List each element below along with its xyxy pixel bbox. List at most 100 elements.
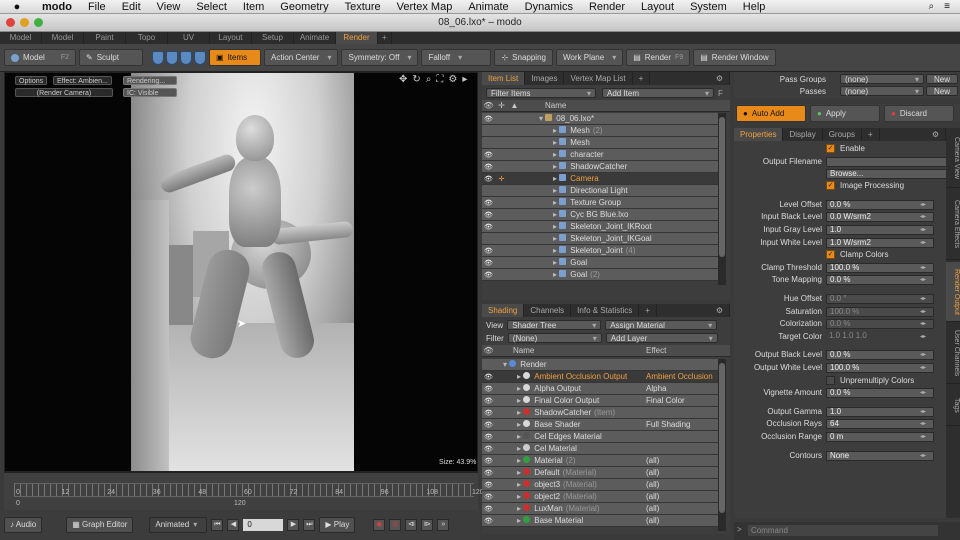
side-tab-render-output[interactable]: Render Output xyxy=(946,262,960,322)
shader-row[interactable]: 👁 ▸ Final Color Output Final Color xyxy=(482,395,718,407)
minimize-window-icon[interactable] xyxy=(20,18,29,27)
filename-field[interactable] xyxy=(826,156,952,167)
panel-options-icon[interactable]: F xyxy=(718,89,723,98)
value-arrow-icon[interactable]: ◂▸ xyxy=(920,237,926,249)
value-field[interactable]: None xyxy=(826,450,934,461)
value-field[interactable]: 0.0 % xyxy=(826,388,934,399)
add-tab-icon[interactable]: + xyxy=(639,304,657,317)
panel-gear-icon[interactable]: ⚙ xyxy=(926,128,946,141)
shader-row[interactable]: ▾ Render xyxy=(482,359,718,371)
tab-vertex-map-list[interactable]: Vertex Map List xyxy=(564,72,633,85)
visibility-toggle-icon[interactable]: 👁 xyxy=(482,163,495,171)
shader-row[interactable]: 👁 ▸ Default (Material) (all) xyxy=(482,467,718,479)
command-input[interactable]: Command xyxy=(748,525,938,536)
visibility-toggle-icon[interactable]: 👁 xyxy=(482,409,495,417)
layout-tab-uv[interactable]: UV xyxy=(168,32,210,44)
value-field[interactable]: 1.0 xyxy=(826,406,934,417)
side-tab-camera-view[interactable]: Camera View xyxy=(946,128,960,188)
side-tab-user-channels[interactable]: User Channels xyxy=(946,324,960,384)
prev-key-icon[interactable]: ◀ xyxy=(227,519,240,531)
menu-layout[interactable]: Layout xyxy=(633,1,682,13)
work-plane-dropdown[interactable]: Work Plane xyxy=(555,49,624,66)
value-arrow-icon[interactable]: ◂▸ xyxy=(920,274,926,286)
value-arrow-icon[interactable]: ◂▸ xyxy=(920,199,926,211)
item-row[interactable]: 👁 ▸ Goal (2) xyxy=(482,269,718,281)
ic-visible-dropdown[interactable]: IC: Visible xyxy=(123,88,177,97)
menu-texture[interactable]: Texture xyxy=(337,1,389,13)
apple-icon[interactable]: ● xyxy=(0,1,34,13)
value-field[interactable]: 0 m xyxy=(826,432,934,442)
value-field[interactable]: 1.0 xyxy=(826,225,934,235)
checkbox[interactable]: ✓ xyxy=(826,144,835,153)
value-field[interactable]: 100.0 % xyxy=(826,306,934,317)
timeline[interactable]: 0 12 24 36 48 60 72 84 96 108 120 0 120 xyxy=(4,472,484,510)
item-row[interactable]: ▸ Directional Light xyxy=(482,185,718,197)
render-window-button[interactable]: ▤ Render Window xyxy=(693,49,776,66)
shader-row[interactable]: 👁 ▸ Cel Material xyxy=(482,443,718,455)
menu-geometry[interactable]: Geometry xyxy=(272,1,336,13)
viewport-effect-dropdown[interactable]: Effect: Ambien... xyxy=(53,76,112,85)
item-row[interactable]: 👁 ▸ Skeleton_Joint_IKRoot xyxy=(482,221,718,233)
material-mode-icon[interactable] xyxy=(194,50,206,65)
shader-row[interactable]: 👁 ▸ Base Material (all) xyxy=(482,515,718,527)
visibility-toggle-icon[interactable]: 👁 xyxy=(482,199,495,207)
value-arrow-icon[interactable]: ◂▸ xyxy=(920,362,926,374)
layout-tab-paint[interactable]: Paint xyxy=(84,32,126,44)
value-arrow-icon[interactable]: ◂▸ xyxy=(920,418,926,430)
auto-key-icon[interactable]: ◎ xyxy=(389,519,402,531)
tab-shading[interactable]: Shading xyxy=(482,304,525,317)
value-arrow-icon[interactable]: ◂▸ xyxy=(920,450,926,462)
view-dropdown[interactable]: Shader Tree xyxy=(507,320,602,330)
layout-tab-render[interactable]: Render xyxy=(336,32,378,44)
camera-dropdown[interactable]: (Render Camera) xyxy=(15,88,113,97)
visibility-toggle-icon[interactable]: 👁 xyxy=(482,397,495,405)
color-field[interactable]: 1.0 1.0 1.0 xyxy=(826,331,934,342)
value-arrow-icon[interactable]: ◂▸ xyxy=(920,262,926,274)
item-row[interactable]: 👁 ▸ Skeleton_Joint (4) xyxy=(482,245,718,257)
new-pass-group-button[interactable]: New xyxy=(926,74,958,84)
shader-row[interactable]: 👁 ▸ Material (2) (all) xyxy=(482,455,718,467)
visibility-toggle-icon[interactable]: 👁 xyxy=(482,175,495,183)
menu-dynamics[interactable]: Dynamics xyxy=(517,1,581,13)
shader-row[interactable]: 👁 ▸ Ambient Occlusion Output Ambient Occlu… xyxy=(482,371,718,383)
menu-animate[interactable]: Animate xyxy=(460,1,516,13)
checkbox[interactable]: ✓ xyxy=(826,181,835,191)
layout-tab-model-quad[interactable]: Model Quad xyxy=(42,32,84,54)
visibility-toggle-icon[interactable]: 👁 xyxy=(482,373,495,381)
value-arrow-icon[interactable]: ◂▸ xyxy=(920,431,926,443)
checkbox[interactable]: ✓ xyxy=(826,250,835,260)
apply-button[interactable]: ● Apply xyxy=(810,105,880,122)
item-row[interactable]: ▸ Mesh (2) xyxy=(482,125,718,137)
audio-button[interactable]: ♪ Audio xyxy=(4,517,43,533)
discard-button[interactable]: ● Discard xyxy=(884,105,954,122)
visibility-toggle-icon[interactable]: 👁 xyxy=(482,493,495,501)
value-field[interactable]: 0.0 % xyxy=(826,275,934,286)
value-field[interactable]: 100.0 % xyxy=(826,262,934,273)
shader-row[interactable]: 👁 ▸ object2 (Material) (all) xyxy=(482,491,718,503)
visibility-toggle-icon[interactable]: 👁 xyxy=(482,445,495,453)
tab-info-statistics[interactable]: Info & Statistics xyxy=(571,304,640,317)
pass-groups-dropdown[interactable]: (none) xyxy=(840,74,924,84)
shader-row[interactable]: 👁 ▸ object3 (Material) (all) xyxy=(482,479,718,491)
menu-item[interactable]: Item xyxy=(235,1,272,13)
tab-display[interactable]: Display xyxy=(783,128,823,141)
value-arrow-icon[interactable]: ◂▸ xyxy=(920,306,926,318)
item-row[interactable]: 👁 ▸ character xyxy=(482,149,718,161)
visibility-toggle-icon[interactable]: 👁 xyxy=(482,469,495,477)
shader-row[interactable]: 👁 ▸ Cel Edges Material xyxy=(482,431,718,443)
passes-dropdown[interactable]: (none) xyxy=(840,86,924,96)
rotate-view-icon[interactable]: ↻ xyxy=(412,74,420,85)
item-row[interactable]: 👁 ▸ Goal xyxy=(482,257,718,269)
menu-app[interactable]: modo xyxy=(34,1,80,13)
visibility-toggle-icon[interactable]: 👁 xyxy=(482,223,495,231)
zoom-window-icon[interactable] xyxy=(34,18,43,27)
current-frame-field[interactable]: 0 xyxy=(243,519,284,531)
close-window-icon[interactable] xyxy=(6,18,15,27)
symmetry-dropdown[interactable]: Symmetry: Off xyxy=(341,49,419,66)
edge-mode-icon[interactable] xyxy=(166,50,178,65)
vertex-mode-icon[interactable] xyxy=(152,50,164,65)
new-pass-button[interactable]: New xyxy=(926,86,958,96)
play-button[interactable]: ▶ Play xyxy=(319,517,356,533)
add-layout-tab-icon[interactable]: + xyxy=(378,32,392,44)
value-field[interactable]: 100.0 % xyxy=(826,363,934,373)
